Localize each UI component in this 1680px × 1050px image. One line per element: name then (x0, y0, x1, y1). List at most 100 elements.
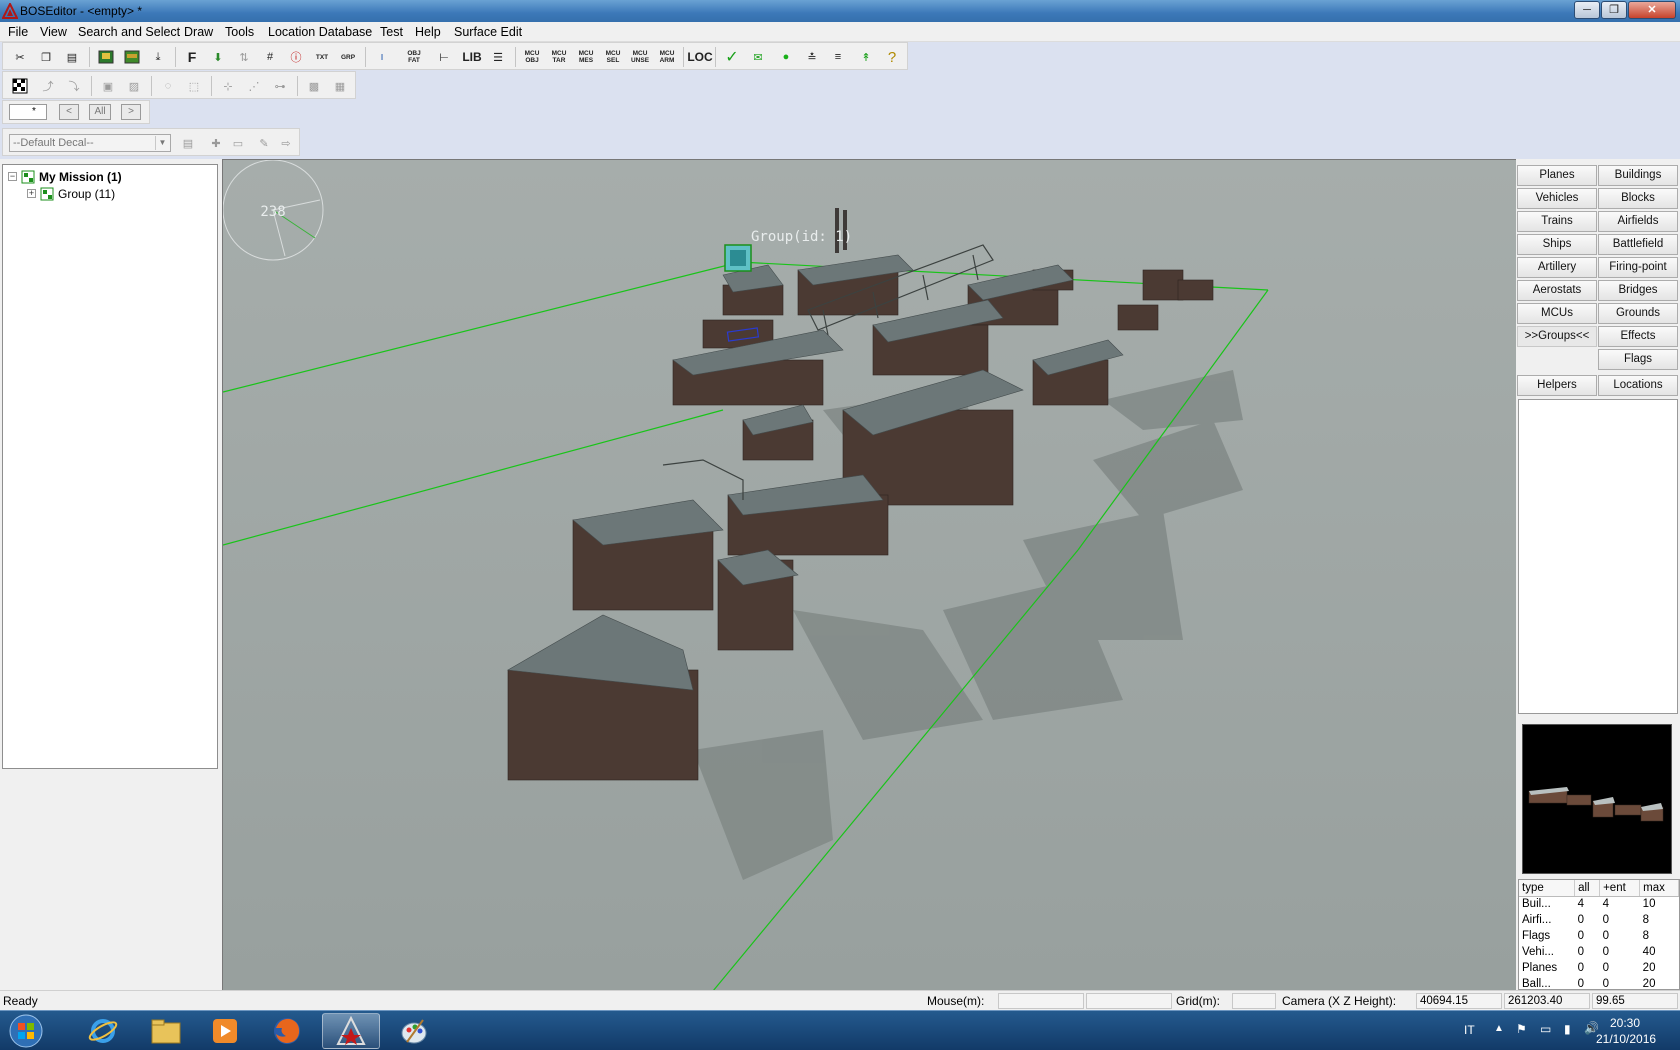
arrow-up-icon[interactable]: ↟ (855, 46, 877, 68)
properties-icon[interactable]: ☰ (487, 46, 509, 68)
path-icon[interactable]: ⋰ (243, 75, 265, 97)
lib-button[interactable]: LIB (461, 46, 483, 68)
new-map-icon[interactable] (95, 46, 117, 68)
save-group-icon[interactable]: ▩ (303, 75, 325, 97)
tree-node-group[interactable]: + Group (11) (27, 185, 115, 202)
unlink-icon[interactable]: ⤵ (63, 75, 85, 97)
start-button[interactable] (2, 1013, 50, 1049)
flag-icon[interactable]: ⚑ (1516, 1022, 1527, 1036)
waypoint-icon[interactable]: ⊹ (217, 75, 239, 97)
internet-explorer-icon[interactable] (74, 1013, 132, 1049)
stats-header-type[interactable]: type (1519, 880, 1576, 897)
category-battlefield[interactable]: Battlefield (1598, 234, 1678, 255)
category-trains[interactable]: Trains (1517, 211, 1597, 232)
node-icon[interactable]: ⊶ (269, 75, 291, 97)
category-effects[interactable]: Effects (1598, 326, 1678, 347)
firefox-icon[interactable] (258, 1013, 316, 1049)
copy-icon[interactable]: ❐ (35, 46, 57, 68)
category-buildings[interactable]: Buildings (1598, 165, 1678, 186)
green-dot-icon[interactable]: ● (775, 46, 797, 68)
stack-icon[interactable]: ≛ (801, 46, 823, 68)
filter-prev-button[interactable]: < (59, 104, 79, 120)
paste-icon[interactable]: ▤ (61, 46, 83, 68)
minimize-button[interactable]: ─ (1574, 1, 1600, 19)
filter-next-button[interactable]: > (121, 104, 141, 120)
sort-az-icon[interactable]: ⇅ (233, 46, 255, 68)
menu-view[interactable]: View (40, 25, 67, 39)
mcu-arm-button[interactable]: MCU ARM (656, 46, 678, 68)
language-indicator[interactable]: IT (1464, 1023, 1475, 1037)
category-flags[interactable]: Flags (1598, 349, 1678, 370)
grid-icon[interactable]: # (259, 46, 281, 68)
category-firing-point[interactable]: Firing-point (1598, 257, 1678, 278)
category-blocks[interactable]: Blocks (1598, 188, 1678, 209)
category-ships[interactable]: Ships (1517, 234, 1597, 255)
3d-viewport[interactable]: 238 Group(id: 1) (222, 159, 1516, 990)
clock-date[interactable]: 21/10/2016 (1596, 1032, 1656, 1046)
filter-all-button[interactable]: All (89, 104, 111, 120)
category-helpers[interactable]: Helpers (1517, 375, 1597, 396)
stats-header-ent[interactable]: +ent (1599, 880, 1641, 897)
category-groups[interactable]: >>Groups<< (1517, 326, 1597, 347)
category-bridges[interactable]: Bridges (1598, 280, 1678, 301)
open-map-icon[interactable] (121, 46, 143, 68)
txt-button[interactable]: TXT (311, 46, 333, 68)
menu-tools[interactable]: Tools (225, 25, 254, 39)
expand-icon[interactable]: + (27, 189, 36, 198)
image-icon[interactable]: ▣ (97, 75, 119, 97)
decal-list-icon[interactable]: ▤ (177, 132, 199, 154)
media-player-icon[interactable] (196, 1013, 254, 1049)
mcu-sel-button[interactable]: MCU SEL (602, 46, 624, 68)
cut-icon[interactable]: ✂ (9, 46, 31, 68)
link-icon[interactable]: ⤴ (37, 75, 59, 97)
menu-help[interactable]: Help (415, 25, 441, 39)
menu-surface-edit[interactable]: Surface Edit (454, 25, 522, 39)
category-vehicles[interactable]: Vehicles (1517, 188, 1597, 209)
mcu-unse-button[interactable]: MCU UNSE (629, 46, 651, 68)
menu-search-and-select[interactable]: Search and Select (78, 25, 180, 39)
decal-remove-icon[interactable]: ▭ (227, 132, 249, 154)
layers-icon[interactable]: ≡ (827, 46, 849, 68)
filter-input[interactable]: * (9, 104, 47, 120)
menu-draw[interactable]: Draw (184, 25, 213, 39)
font-button[interactable]: F (181, 46, 203, 68)
decal-edit-icon[interactable]: ✎ (253, 132, 275, 154)
category-grounds[interactable]: Grounds (1598, 303, 1678, 324)
object-list[interactable] (1518, 399, 1678, 714)
loc-button[interactable]: LOC (687, 46, 712, 68)
info-icon[interactable]: ⓘ (285, 46, 307, 68)
tree-view-icon[interactable]: ⊢ (433, 46, 455, 68)
boseditor-task-icon[interactable] (322, 1013, 380, 1049)
mcu-obj-button[interactable]: MCU OBJ (521, 46, 543, 68)
category-airfields[interactable]: Airfields (1598, 211, 1678, 232)
download-icon[interactable]: ⤓ (147, 46, 169, 68)
decal-add-icon[interactable]: ✚ (205, 132, 227, 154)
network-icon[interactable]: ▭ (1540, 1022, 1551, 1036)
stats-header-all[interactable]: all (1574, 880, 1601, 897)
collapse-icon[interactable]: − (8, 172, 17, 181)
category-locations[interactable]: Locations (1598, 375, 1678, 396)
tray-expand-icon[interactable]: ▲ (1494, 1023, 1504, 1034)
picture-icon[interactable]: ▨ (123, 75, 145, 97)
mcu-tar-button[interactable]: MCU TAR (548, 46, 570, 68)
decal-select[interactable]: --Default Decal-- ▼ (9, 134, 171, 152)
file-explorer-icon[interactable] (137, 1013, 195, 1049)
rotate-icon[interactable]: ◌ (157, 75, 179, 97)
close-button[interactable]: ✕ (1628, 1, 1676, 19)
load-group-icon[interactable]: ▦ (329, 75, 351, 97)
clock-time[interactable]: 20:30 (1610, 1016, 1640, 1030)
menu-location-database[interactable]: Location Database (268, 25, 372, 39)
category-planes[interactable]: Planes (1517, 165, 1597, 186)
maximize-button[interactable]: ❐ (1601, 1, 1627, 19)
category-mcus[interactable]: MCUs (1517, 303, 1597, 324)
menu-test[interactable]: Test (380, 25, 403, 39)
checkmark-icon[interactable]: ✓ (721, 46, 743, 68)
menu-file[interactable]: File (8, 25, 28, 39)
category-artillery[interactable]: Artillery (1517, 257, 1597, 278)
grp-button[interactable]: GRP (337, 46, 359, 68)
checker-icon[interactable] (9, 75, 31, 97)
help-icon[interactable]: ? (881, 46, 903, 68)
obj-fat-button[interactable]: OBJ FAT (403, 46, 425, 68)
mcu-mes-button[interactable]: MCU MES (575, 46, 597, 68)
category-aerostats[interactable]: Aerostats (1517, 280, 1597, 301)
